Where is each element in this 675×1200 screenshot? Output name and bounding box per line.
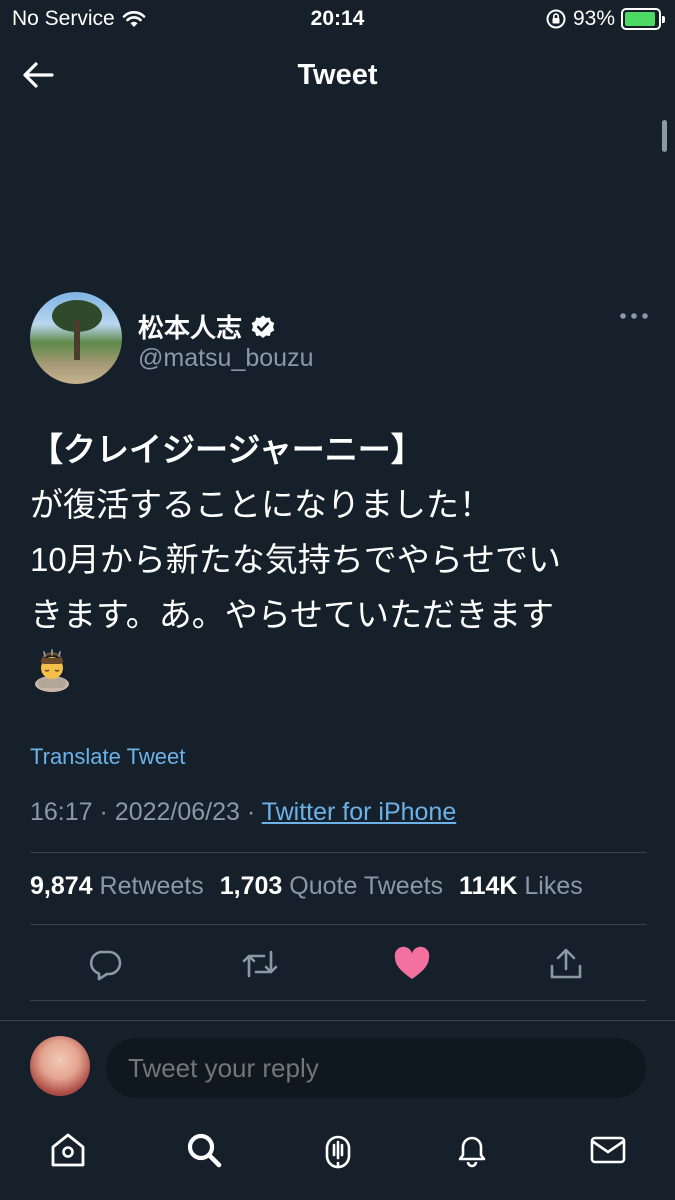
tweet-author: 松本人志 @matsu_bouzu <box>30 292 650 388</box>
home-icon <box>51 1133 85 1167</box>
more-options-icon[interactable] <box>618 306 650 326</box>
divider <box>0 1020 675 1021</box>
meta-separator: · <box>99 798 108 826</box>
divider <box>30 924 646 925</box>
verified-badge-icon <box>251 315 275 338</box>
tweet-line: 10月から新たな気持ちでやらせでい <box>30 541 562 578</box>
tab-search[interactable] <box>180 1126 228 1174</box>
page-title: Tweet <box>297 59 378 91</box>
share-icon <box>550 948 582 979</box>
battery-charging-icon <box>621 8 665 30</box>
bottom-tab-bar <box>0 1126 675 1190</box>
spaces-microphone-icon <box>325 1135 351 1169</box>
divider <box>30 852 646 853</box>
retweets-stat[interactable]: 9,874 Retweets <box>30 872 204 901</box>
retweet-button[interactable] <box>236 940 284 988</box>
author-name[interactable]: 松本人志 <box>138 308 242 345</box>
share-button[interactable] <box>542 940 590 988</box>
tab-notifications[interactable] <box>448 1126 496 1174</box>
mail-icon <box>590 1136 626 1164</box>
tweet-date: 2022/06/23 <box>114 798 240 826</box>
author-avatar[interactable] <box>30 292 122 384</box>
like-button[interactable] <box>388 940 436 988</box>
tweet-line: きます。あ。やらせていただきます <box>30 596 555 633</box>
nav-header: Tweet <box>0 45 675 105</box>
bowing-person-emoji-icon <box>35 649 69 692</box>
battery-percent: 93% <box>572 7 615 30</box>
tab-spaces[interactable] <box>314 1126 362 1174</box>
reply-icon <box>89 950 122 981</box>
search-icon <box>187 1133 222 1168</box>
orientation-lock-icon <box>546 9 566 29</box>
reply-button[interactable] <box>82 940 130 988</box>
bell-icon <box>458 1136 486 1168</box>
quote-tweets-stat[interactable]: 1,703 Quote Tweets <box>220 872 443 901</box>
user-avatar[interactable] <box>30 1036 90 1096</box>
likes-stat[interactable]: 114K Likes <box>459 872 583 901</box>
divider <box>30 1000 646 1001</box>
author-handle[interactable]: @matsu_bouzu <box>138 344 313 373</box>
scrollbar[interactable] <box>662 120 667 152</box>
status-bar: No Service 20:14 93% <box>0 0 675 40</box>
retweet-icon <box>242 950 278 978</box>
translate-tweet-link[interactable]: Translate Tweet <box>30 744 185 770</box>
tweet-source-link[interactable]: Twitter for iPhone <box>262 798 457 826</box>
tab-home[interactable] <box>44 1126 92 1174</box>
meta-separator: · <box>246 798 256 826</box>
tweet-line: が復活することになりました！ <box>30 486 492 523</box>
tweet-text: 【クレイジージャーニー】 が復活することになりました！ 10月から新たな気持ちで… <box>30 422 650 697</box>
reply-bar <box>0 1036 675 1100</box>
tweet-time: 16:17 <box>30 798 93 826</box>
tab-messages[interactable] <box>584 1126 632 1174</box>
tweet-line: 【クレイジージャーニー】 <box>30 431 424 468</box>
heart-filled-icon <box>394 946 430 979</box>
reply-input[interactable] <box>106 1038 646 1098</box>
tweet-stats: 9,874 Retweets 1,703 Quote Tweets 114K L… <box>30 872 583 901</box>
tweet-actions <box>0 940 675 988</box>
tweet-meta: 16:17 · 2022/06/23 · Twitter for iPhone <box>30 798 456 827</box>
